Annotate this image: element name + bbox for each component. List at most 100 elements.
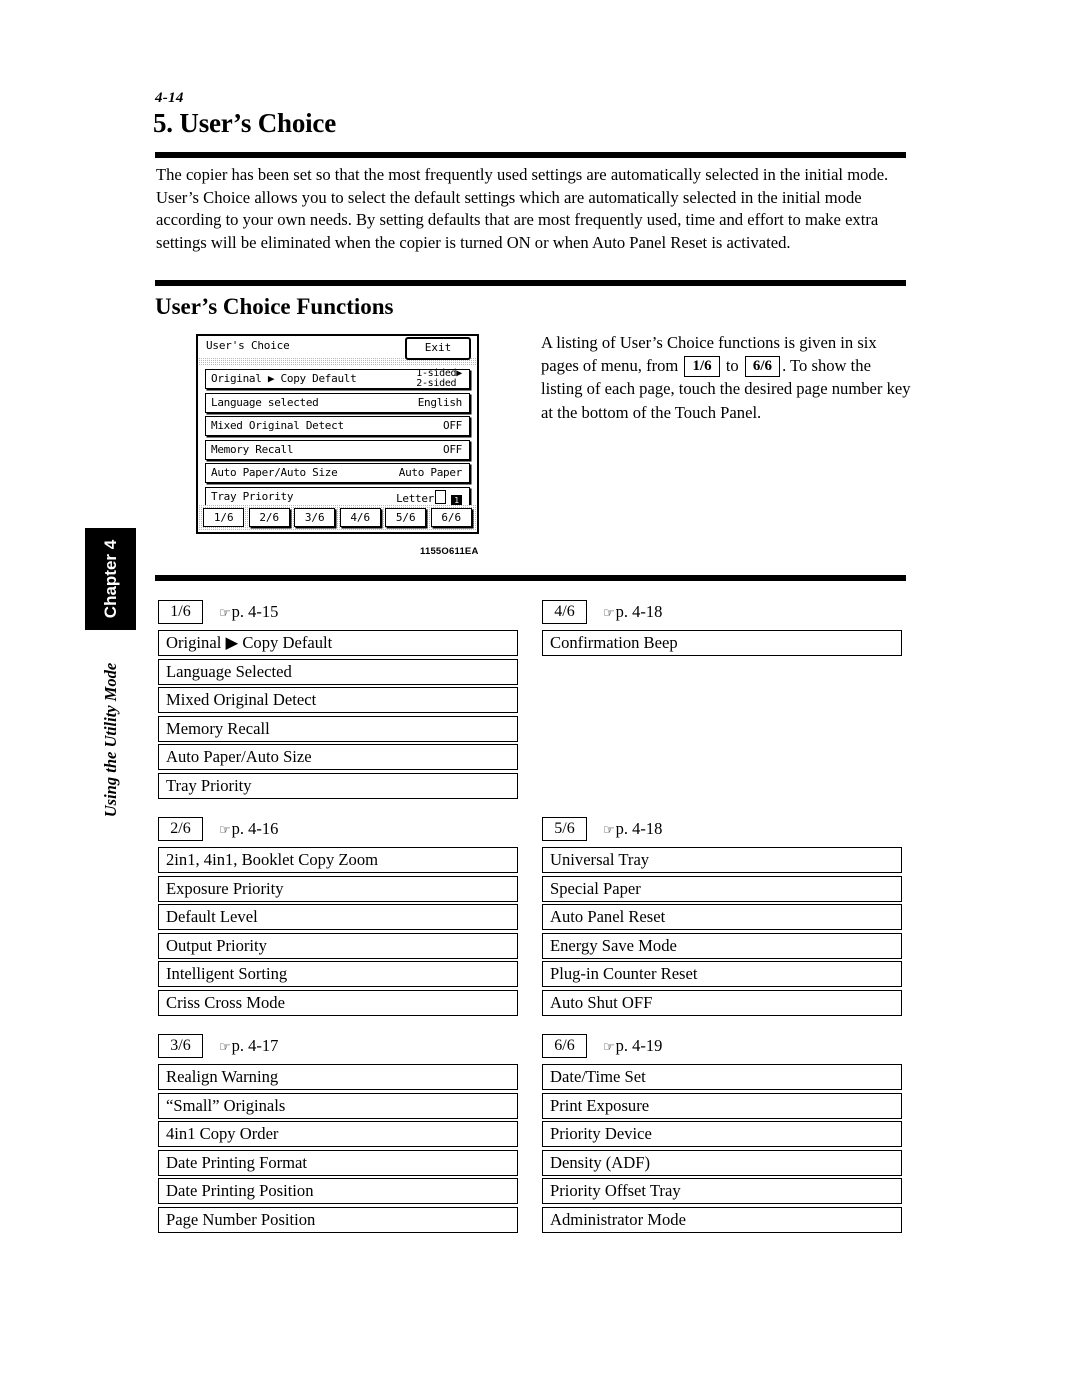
chapter-tab-label: Chapter 4 xyxy=(100,539,120,619)
touch-panel-row-value: Auto Paper xyxy=(398,466,463,479)
listing-group-header: 6/6 ☞p. 4-19 xyxy=(542,1034,902,1058)
listing-group-header: 5/6 ☞p. 4-18 xyxy=(542,817,902,841)
touch-panel-row[interactable]: Mixed Original Detect OFF xyxy=(205,416,470,436)
page-title: 5. User’s Choice xyxy=(153,108,336,138)
page-number-key[interactable]: 3/6 xyxy=(158,1034,203,1058)
page-number-key[interactable]: 4/6 xyxy=(542,600,587,624)
listing-group-header: 4/6 ☞p. 4-18 xyxy=(542,600,902,624)
page-folio: 4-14 xyxy=(155,90,184,106)
function-item: Default Level xyxy=(158,904,518,930)
tray-number-icon: 1 xyxy=(451,494,462,506)
touch-panel-row[interactable]: Language selected English xyxy=(205,392,470,413)
figure-note: A listing of User’s Choice functions is … xyxy=(541,331,911,424)
section-rule-top xyxy=(155,280,906,286)
listing-group-3-6: 3/6 ☞p. 4-17 Realign Warning “Small” Origin… xyxy=(158,1034,518,1235)
touch-panel-page-tab-2-6[interactable]: 2/6 xyxy=(248,508,290,527)
touch-panel-page-tab-6-6[interactable]: 6/6 xyxy=(430,508,472,527)
pointing-hand-icon: ☞ xyxy=(219,823,231,838)
function-item: 2in1, 4in1, Booklet Copy Zoom xyxy=(158,847,518,873)
touch-panel-title: User's Choice xyxy=(206,339,290,352)
page-reference-text: p. 4-15 xyxy=(231,602,279,621)
function-item: Special Paper xyxy=(542,875,902,902)
touch-panel-page-tab-3-6[interactable]: 3/6 xyxy=(294,508,336,527)
value-line-2: 2-sided xyxy=(416,378,457,389)
figure-note-mid: to xyxy=(725,356,739,376)
touch-panel-page-tab-4-6[interactable]: 4/6 xyxy=(339,508,381,527)
running-head: Using the Utility Mode xyxy=(86,640,136,840)
listing-group-header: 2/6 ☞p. 4-16 xyxy=(158,817,518,841)
listing-group-6-6: 6/6 ☞p. 4-19 Date/Time Set Print Exposure Pr… xyxy=(542,1034,902,1235)
page-reference: ☞p. 4-16 xyxy=(219,819,278,839)
function-item: Plug-in Counter Reset xyxy=(542,961,902,987)
chapter-tab: Chapter 4 xyxy=(85,528,136,630)
touch-panel-row-label: Language selected xyxy=(211,395,319,409)
function-item: Universal Tray xyxy=(542,847,902,873)
touch-panel-row-list: Original ▶ Copy Default 1-sided▶ 2-sided La… xyxy=(198,365,477,507)
function-item: Date/Time Set xyxy=(542,1064,902,1090)
page-number-key[interactable]: 5/6 xyxy=(542,817,587,841)
function-item: Criss Cross Mode xyxy=(158,989,518,1016)
touch-panel-row-label: Original ▶ Copy Default xyxy=(211,372,357,385)
pointing-hand-icon: ☞ xyxy=(219,606,231,621)
page-reference-text: p. 4-16 xyxy=(231,819,279,838)
listing-group-1-6: 1/6 ☞p. 4-15 Original ▶ Copy Default Langua… xyxy=(158,600,518,801)
touch-panel-titlebar: User's Choice Exit xyxy=(198,336,477,360)
paper-size-icon xyxy=(435,489,446,504)
function-item: Date Printing Position xyxy=(158,1178,518,1204)
pointing-hand-icon: ☞ xyxy=(603,823,615,838)
function-item: Date Printing Format xyxy=(158,1149,518,1176)
intro-paragraph: The copier has been set so that the most… xyxy=(156,165,889,252)
function-item: Language Selected xyxy=(158,658,518,685)
function-item: Original ▶ Copy Default xyxy=(158,630,518,656)
touch-panel-row-label: Memory Recall xyxy=(211,442,294,456)
function-item: Auto Paper/Auto Size xyxy=(158,744,518,770)
touch-panel-row[interactable]: Memory Recall OFF xyxy=(205,439,470,460)
touch-panel-page-tab-1-6[interactable]: 1/6 xyxy=(203,508,245,527)
function-item: Memory Recall xyxy=(158,715,518,742)
function-item: Auto Panel Reset xyxy=(542,904,902,930)
page-reference: ☞p. 4-17 xyxy=(219,1036,278,1056)
function-item: Exposure Priority xyxy=(158,875,518,902)
heading-rule xyxy=(155,152,906,158)
page-reference: ☞p. 4-15 xyxy=(219,602,278,622)
page-reference-text: p. 4-19 xyxy=(615,1036,663,1055)
touch-panel-page-tab-5-6[interactable]: 5/6 xyxy=(385,508,427,527)
function-item: Realign Warning xyxy=(158,1064,518,1090)
function-item: 4in1 Copy Order xyxy=(158,1121,518,1147)
touch-panel-row[interactable]: Original ▶ Copy Default 1-sided▶ 2-sided xyxy=(205,369,470,389)
listing-group-2-6: 2/6 ☞p. 4-16 2in1, 4in1, Booklet Copy Zoom… xyxy=(158,817,518,1018)
figure-reference-code: 1155O611EA xyxy=(420,546,479,557)
running-head-label: Using the Utility Mode xyxy=(101,662,120,818)
pointing-hand-icon: ☞ xyxy=(603,1040,615,1055)
function-item: Priority Device xyxy=(542,1121,902,1147)
touch-panel-row-value: English xyxy=(417,395,463,409)
exit-button[interactable]: Exit xyxy=(405,337,471,360)
function-item: Print Exposure xyxy=(542,1092,902,1119)
touch-panel-page-tabs: 1/6 2/6 3/6 4/6 5/6 6/6 xyxy=(198,505,477,530)
page-number-key[interactable]: 6/6 xyxy=(542,1034,587,1058)
pointing-hand-icon: ☞ xyxy=(603,606,615,621)
touch-panel-row[interactable]: Auto Paper/Auto Size Auto Paper xyxy=(205,463,470,483)
function-item: Administrator Mode xyxy=(542,1206,902,1233)
touch-panel-row-value: OFF xyxy=(443,419,462,432)
page-key-from: 1/6 xyxy=(684,356,720,378)
touch-panel-row-value: Letter 1 xyxy=(396,489,462,506)
listing-rule xyxy=(155,575,906,581)
page-reference: ☞p. 4-18 xyxy=(603,819,662,839)
touch-panel-row[interactable]: Tray Priority Letter 1 xyxy=(205,486,470,507)
function-item: Confirmation Beep xyxy=(542,630,902,656)
section-title: User’s Choice Functions xyxy=(155,294,394,319)
touch-panel-row-label: Tray Priority xyxy=(211,489,294,503)
page-reference-text: p. 4-18 xyxy=(615,819,663,838)
page-number-key[interactable]: 2/6 xyxy=(158,817,203,841)
page-number-key[interactable]: 1/6 xyxy=(158,600,203,624)
function-item: Intelligent Sorting xyxy=(158,961,518,987)
touch-panel-row-label: Mixed Original Detect xyxy=(211,419,344,432)
touch-panel-row-value: 1-sided▶ 2-sided xyxy=(416,369,462,389)
touch-panel-row-value: OFF xyxy=(443,442,462,456)
page-reference: ☞p. 4-19 xyxy=(603,1036,662,1056)
listing-group-4-6: 4/6 ☞p. 4-18 Confirmation Beep xyxy=(542,600,902,659)
page-reference-text: p. 4-17 xyxy=(231,1036,279,1055)
pointing-hand-icon: ☞ xyxy=(219,1040,231,1055)
touch-panel-row-label: Auto Paper/Auto Size xyxy=(211,466,338,479)
